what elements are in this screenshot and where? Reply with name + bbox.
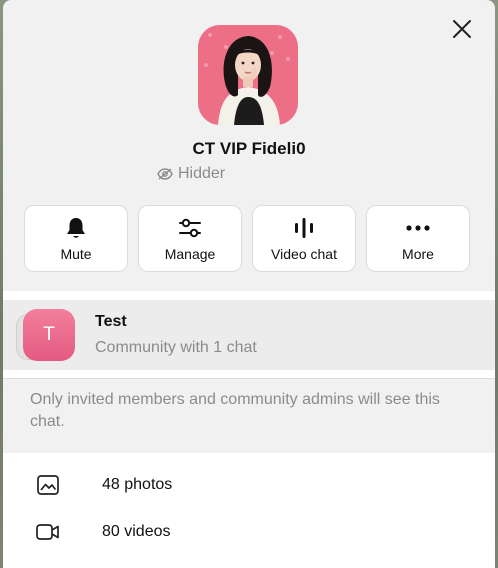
manage-label: Manage: [164, 246, 216, 262]
section-divider: [3, 370, 495, 378]
videos-row[interactable]: 80 videos: [3, 510, 495, 554]
more-label: More: [402, 246, 434, 262]
close-icon: [453, 20, 471, 38]
community-row[interactable]: T Test Community with 1 chat: [3, 300, 495, 370]
action-bar: Mute Manage Video chat More: [24, 205, 474, 272]
close-button[interactable]: [450, 17, 474, 41]
community-note: Only invited members and community admin…: [30, 391, 440, 430]
more-button[interactable]: More: [366, 205, 470, 272]
video-chat-label: Video chat: [271, 246, 337, 262]
community-avatar: T: [23, 309, 75, 361]
chat-info-panel: CT VIP Fideli0 Hidder Mute Manage Video …: [3, 0, 495, 568]
video-icon: [36, 524, 59, 540]
community-title: Test: [95, 313, 127, 330]
avatar-image: [198, 25, 298, 125]
section-divider: [3, 291, 495, 300]
manage-button[interactable]: Manage: [138, 205, 242, 272]
video-chat-button[interactable]: Video chat: [252, 205, 356, 272]
status-line: Hidder: [157, 164, 225, 184]
video-chat-icon: [295, 218, 313, 238]
community-subtitle: Community with 1 chat: [95, 339, 257, 356]
status-text: Hidder: [178, 165, 226, 182]
mute-label: Mute: [60, 246, 92, 262]
photos-row[interactable]: 48 photos: [3, 463, 495, 507]
profile-avatar[interactable]: [198, 25, 298, 125]
divider-line: [3, 378, 495, 379]
bell-icon: [67, 218, 85, 238]
more-icon: [406, 225, 430, 231]
eye-off-icon: [157, 168, 173, 180]
videos-count: 80 videos: [102, 523, 171, 540]
mute-button[interactable]: Mute: [24, 205, 128, 272]
profile-name: CT VIP Fideli0: [192, 139, 306, 158]
media-section: 48 photos 80 videos: [3, 453, 495, 568]
sliders-icon: [179, 218, 201, 238]
photos-count: 48 photos: [102, 476, 173, 493]
photo-icon: [37, 475, 59, 495]
